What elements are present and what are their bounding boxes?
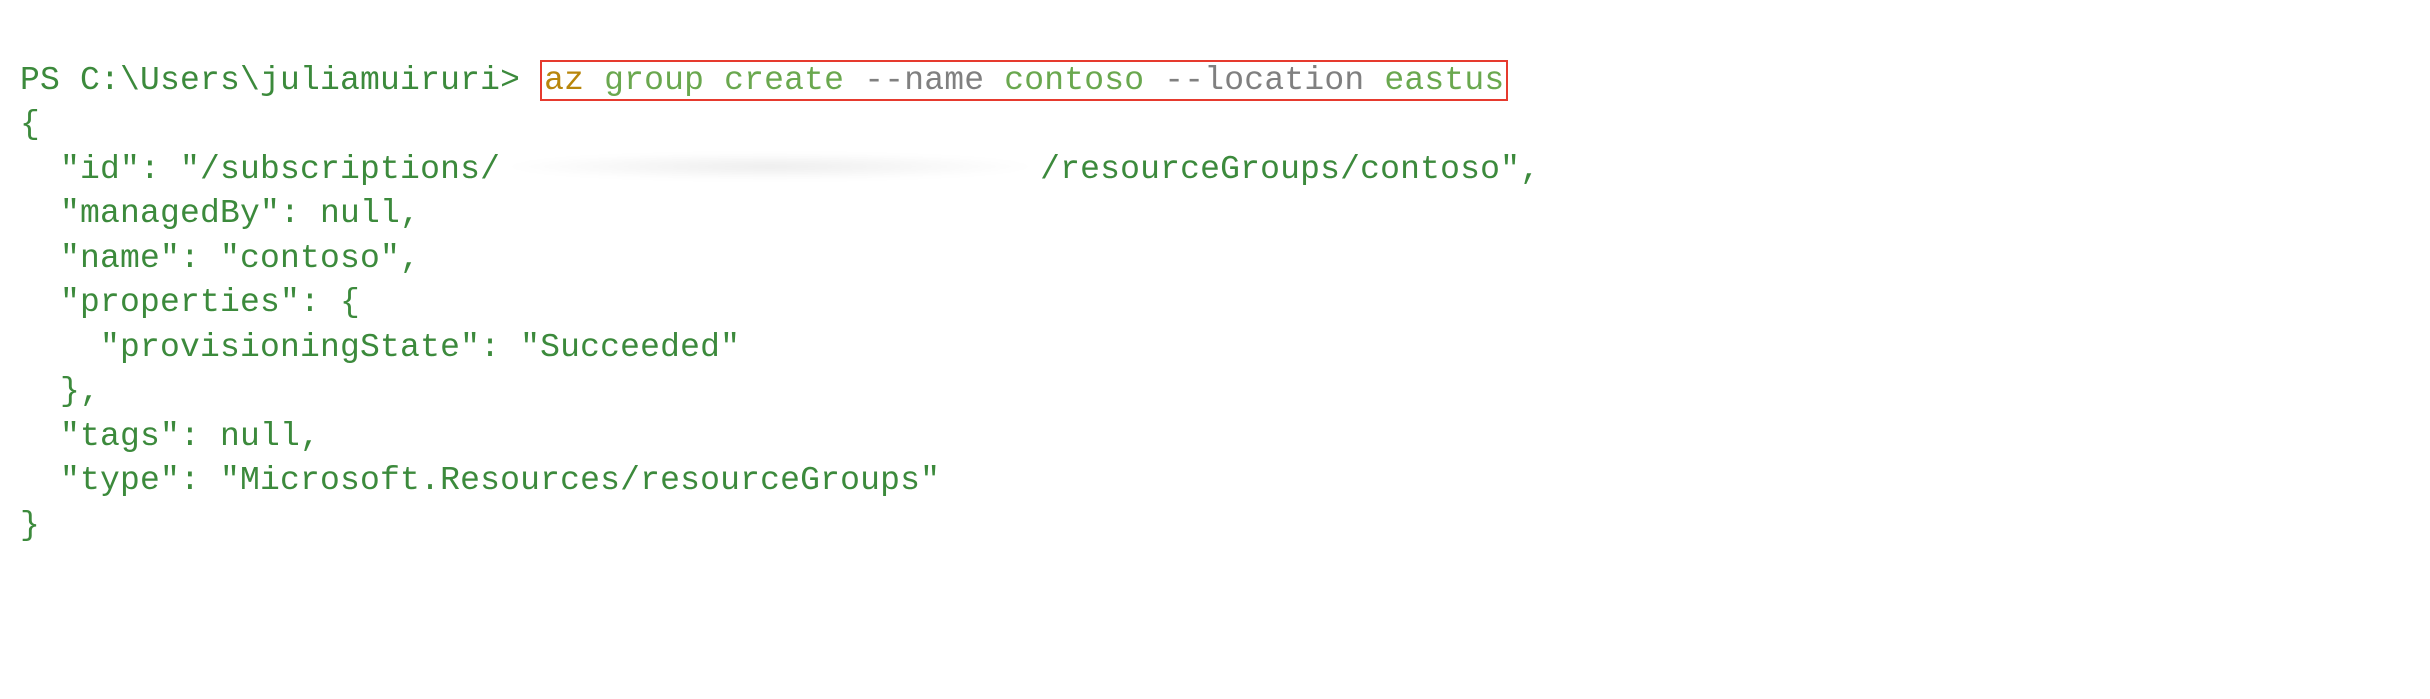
json-line: { [20, 106, 40, 143]
shell-prompt: PS C:\Users\juliamuiruri> [20, 62, 520, 99]
cmd-action: group create [604, 62, 844, 99]
json-line: "properties": { [20, 284, 360, 321]
cmd-base: az [544, 62, 584, 99]
cmd-arg-location: eastus [1384, 62, 1504, 99]
json-line: "name": "contoso", [20, 240, 420, 277]
cmd-arg-name: contoso [1004, 62, 1144, 99]
json-line: "managedBy": null, [20, 195, 420, 232]
json-id-line: "id": "/subscriptions/ /resourceGroups/co… [20, 151, 1540, 188]
highlighted-command: az group create --name contoso --locatio… [540, 60, 1508, 101]
cmd-flag-name: --name [864, 62, 984, 99]
json-id-key: "id": "/subscriptions/ [20, 151, 500, 188]
json-line: }, [20, 373, 100, 410]
terminal-output: PS C:\Users\juliamuiruri> az group creat… [0, 0, 2430, 563]
json-line: "provisioningState": "Succeeded" [20, 329, 740, 366]
json-line: "tags": null, [20, 418, 320, 455]
json-line: "type": "Microsoft.Resources/resourceGro… [20, 462, 940, 499]
redacted-subscription-id [500, 153, 1040, 179]
cmd-flag-location: --location [1164, 62, 1364, 99]
json-line: } [20, 507, 40, 544]
json-id-tail: /resourceGroups/contoso", [1040, 151, 1540, 188]
